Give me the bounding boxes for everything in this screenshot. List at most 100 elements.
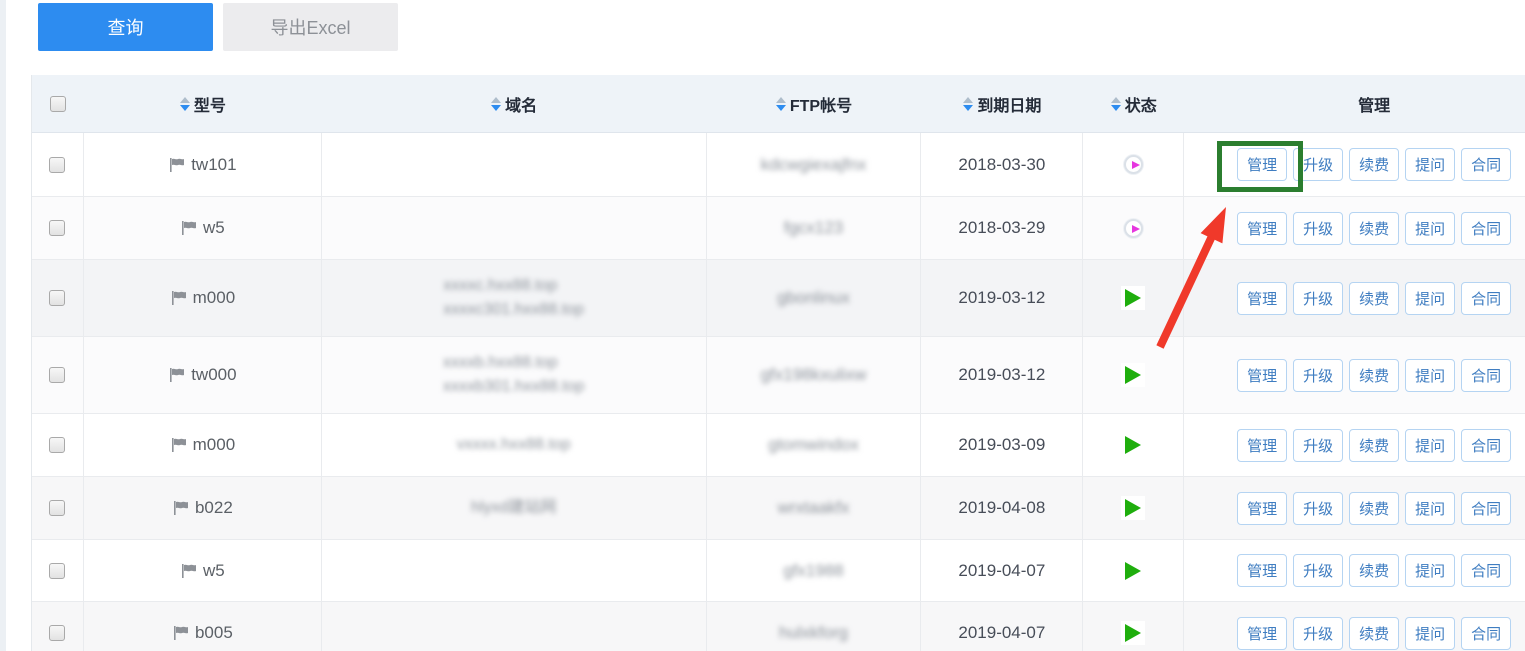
- upgrade-button[interactable]: 升级: [1293, 211, 1344, 245]
- column-header-model[interactable]: 型号: [84, 75, 322, 132]
- header-select-all-cell: [32, 75, 84, 132]
- action-buttons: 管理 升级 续费 提问 合同: [1237, 148, 1512, 181]
- row-checkbox[interactable]: [49, 562, 66, 579]
- manage-button[interactable]: 管理: [1237, 491, 1288, 525]
- upgrade-button[interactable]: 升级: [1293, 148, 1344, 181]
- manage-button[interactable]: 管理: [1237, 281, 1288, 315]
- column-header-domain[interactable]: 域名: [322, 75, 707, 132]
- ask-button[interactable]: 提问: [1405, 281, 1456, 315]
- action-buttons: 管理 升级 续费 提问 合同: [1237, 554, 1512, 587]
- ftp-account-text: fgcx123: [783, 218, 844, 237]
- domain-text: hlyxd建站网: [471, 499, 557, 516]
- expire-date: 2019-04-07: [958, 623, 1046, 642]
- column-header-ftp[interactable]: FTP帐号: [707, 75, 922, 132]
- renew-button[interactable]: 续费: [1349, 491, 1400, 525]
- upgrade-button[interactable]: 升级: [1293, 428, 1344, 462]
- flag-icon: [172, 625, 189, 641]
- renew-button[interactable]: 续费: [1349, 428, 1400, 462]
- sort-icon[interactable]: [963, 96, 974, 111]
- expire-date: 2019-03-12: [958, 288, 1046, 307]
- model-label: tw101: [191, 154, 237, 174]
- manage-button[interactable]: 管理: [1237, 148, 1288, 181]
- expire-date: 2019-03-09: [958, 435, 1046, 454]
- ask-button[interactable]: 提问: [1405, 554, 1456, 587]
- renew-button[interactable]: 续费: [1349, 358, 1400, 392]
- upgrade-button[interactable]: 升级: [1293, 554, 1344, 587]
- status-cell: [1083, 602, 1185, 651]
- contract-button[interactable]: 合同: [1461, 554, 1512, 587]
- table-row: b022 hlyxd建站网 wrxtaakfx 2019-04-08 管理 升级 续费 提问合…: [32, 477, 1525, 540]
- renew-button[interactable]: 续费: [1349, 616, 1400, 650]
- select-all-checkbox[interactable]: [49, 95, 66, 112]
- contract-button[interactable]: 合同: [1461, 211, 1512, 245]
- renew-button[interactable]: 续费: [1349, 554, 1400, 587]
- model-wrap: m000: [170, 288, 235, 308]
- contract-button[interactable]: 合同: [1461, 616, 1512, 650]
- model-label: b005: [194, 623, 233, 642]
- ask-button[interactable]: 提问: [1405, 148, 1456, 181]
- sort-icon[interactable]: [491, 96, 502, 111]
- manage-cell: 管理 升级 续费 提问 合同: [1184, 133, 1525, 196]
- row-checkbox[interactable]: [49, 437, 66, 453]
- ask-button[interactable]: 提问: [1405, 616, 1456, 650]
- manage-button[interactable]: 管理: [1237, 358, 1288, 392]
- ftp-cell: gfx198kxulixw: [707, 337, 922, 413]
- contract-button[interactable]: 合同: [1461, 428, 1512, 462]
- column-header-expire[interactable]: 到期日期: [921, 75, 1083, 132]
- manage-button[interactable]: 管理: [1237, 428, 1288, 462]
- domain-cell: xxxxb.hxx88.top xxxxb301.hxx88.top: [322, 337, 707, 413]
- status-icon-running: [1121, 286, 1146, 310]
- domain-cell: xxxxc.hxx88.top xxxxc301.hxx88.top: [322, 260, 707, 336]
- manage-button[interactable]: 管理: [1237, 616, 1288, 650]
- ftp-account-text: hulxkforg: [779, 623, 848, 642]
- manage-button[interactable]: 管理: [1237, 211, 1288, 245]
- sort-icon[interactable]: [775, 96, 786, 111]
- model-cell: b022: [84, 477, 322, 539]
- table-row: m000 vxxxx.hxx88.top gtomwindox 2019-03-09 管…: [32, 414, 1525, 477]
- column-header-status[interactable]: 状态: [1083, 75, 1184, 132]
- upgrade-button[interactable]: 升级: [1293, 616, 1344, 650]
- model-cell: tw000: [84, 337, 322, 413]
- row-checkbox[interactable]: [49, 367, 66, 383]
- row-checkbox[interactable]: [49, 290, 66, 306]
- query-button[interactable]: 查询: [38, 3, 213, 51]
- upgrade-button[interactable]: 升级: [1293, 491, 1344, 525]
- upgrade-button[interactable]: 升级: [1293, 281, 1344, 315]
- expire-date-cell: 2019-03-12: [921, 260, 1084, 336]
- contract-button[interactable]: 合同: [1461, 281, 1512, 315]
- ftp-cell: gfx1988: [707, 540, 922, 601]
- row-checkbox[interactable]: [49, 156, 66, 173]
- row-checkbox[interactable]: [49, 625, 66, 641]
- expire-date: 2019-04-08: [958, 498, 1046, 517]
- action-buttons: 管理 升级 续费 提问 合同: [1237, 281, 1512, 315]
- manage-button[interactable]: 管理: [1237, 554, 1288, 587]
- status-cell: [1083, 197, 1185, 259]
- ftp-cell: gbonlinux: [707, 260, 922, 336]
- upgrade-button[interactable]: 升级: [1293, 358, 1344, 392]
- row-select-cell: [32, 260, 84, 336]
- domain-cell: [322, 602, 707, 651]
- contract-button[interactable]: 合同: [1461, 491, 1512, 525]
- status-icon-paused: [1123, 218, 1143, 238]
- ask-button[interactable]: 提问: [1405, 491, 1456, 525]
- row-checkbox[interactable]: [49, 220, 66, 236]
- row-select-cell: [32, 197, 84, 259]
- renew-button[interactable]: 续费: [1349, 281, 1400, 315]
- contract-button[interactable]: 合同: [1461, 358, 1512, 392]
- table-row: w5 fgcx123 2018-03-29 管理 升级 续费 提问 合同: [32, 197, 1525, 260]
- renew-button[interactable]: 续费: [1349, 211, 1400, 245]
- flag-icon: [172, 500, 189, 516]
- export-excel-button[interactable]: 导出Excel: [223, 3, 398, 51]
- row-checkbox[interactable]: [49, 500, 66, 516]
- ask-button[interactable]: 提问: [1405, 358, 1456, 392]
- contract-button[interactable]: 合同: [1461, 148, 1512, 181]
- sort-icon[interactable]: [1110, 96, 1121, 111]
- row-select-cell: [32, 414, 84, 476]
- sort-icon[interactable]: [179, 96, 190, 111]
- manage-cell: 管理 升级 续费 提问 合同: [1184, 602, 1525, 651]
- ask-button[interactable]: 提问: [1405, 211, 1456, 245]
- ask-button[interactable]: 提问: [1405, 428, 1456, 462]
- renew-button[interactable]: 续费: [1349, 148, 1400, 181]
- model-cell: w5: [84, 197, 322, 259]
- ftp-cell: gtomwindox: [707, 414, 922, 476]
